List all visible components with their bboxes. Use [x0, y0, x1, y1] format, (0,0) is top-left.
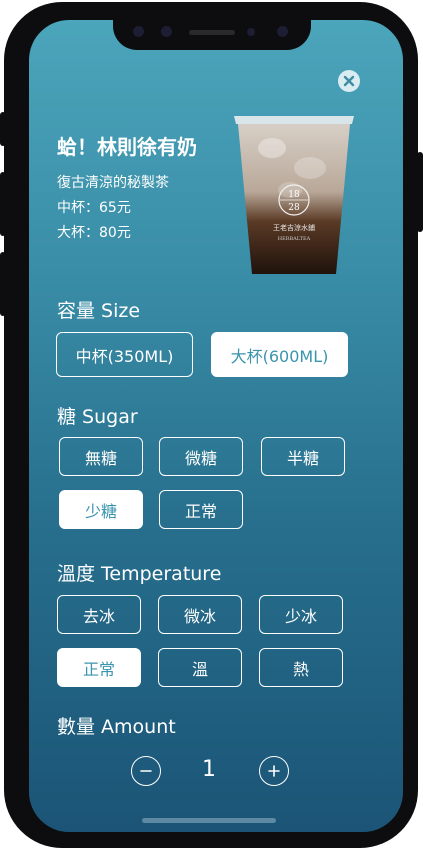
quantity-value: 1 [202, 757, 216, 782]
power-button [417, 152, 423, 232]
temp-option-normal[interactable]: 正常 [57, 648, 141, 687]
amount-section-label: 數量 Amount [57, 716, 176, 738]
temp-option-warm[interactable]: 溫 [158, 648, 242, 687]
volume-up-button [0, 172, 6, 236]
drink-cup-image: 18 28 王老吉涼水鋪 HERBALTEA [234, 116, 354, 274]
sugar-option-normal[interactable]: 正常 [159, 490, 243, 529]
sensor-dot [247, 28, 255, 36]
product-description: 復古清涼的秘製茶 [57, 175, 169, 191]
temp-option-less-ice[interactable]: 少冰 [259, 595, 343, 634]
sugar-section-label: 糖 Sugar [57, 406, 138, 428]
notch [113, 16, 311, 50]
camera-dot [161, 26, 172, 37]
cup-badge-top: 18 [288, 190, 300, 200]
close-button[interactable] [338, 70, 360, 92]
minus-icon [140, 770, 152, 772]
close-icon [343, 75, 355, 87]
plus-icon [268, 765, 280, 777]
volume-down-button [0, 252, 6, 316]
price-large: 大杯：80元 [57, 225, 131, 241]
sugar-option-half[interactable]: 半糖 [261, 437, 345, 476]
size-option-large[interactable]: 大杯(600ML) [211, 332, 348, 377]
temperature-section-label: 溫度 Temperature [57, 563, 222, 585]
temp-option-no-ice[interactable]: 去冰 [57, 595, 141, 634]
camera-dot [133, 26, 144, 37]
product-name: 蛤！林則徐有奶 [57, 135, 197, 159]
size-option-medium[interactable]: 中杯(350ML) [56, 332, 193, 377]
size-section-label: 容量 Size [57, 300, 141, 322]
sugar-option-none[interactable]: 無糖 [59, 437, 143, 476]
home-indicator[interactable] [142, 818, 276, 823]
mute-switch [0, 112, 6, 146]
price-medium: 中杯：65元 [57, 200, 131, 216]
sugar-option-light[interactable]: 微糖 [159, 437, 243, 476]
sugar-option-less[interactable]: 少糖 [59, 490, 143, 529]
camera-dot [277, 26, 288, 37]
cup-brand-en: HERBALTEA [278, 236, 311, 242]
decrease-button[interactable] [131, 756, 161, 786]
temp-option-light-ice[interactable]: 微冰 [158, 595, 242, 634]
speaker [189, 30, 235, 35]
cup-brand: 王老吉涼水鋪 [273, 223, 315, 232]
cup-badge-bottom: 28 [288, 203, 300, 213]
temp-option-hot[interactable]: 熱 [259, 648, 343, 687]
increase-button[interactable] [259, 756, 289, 786]
